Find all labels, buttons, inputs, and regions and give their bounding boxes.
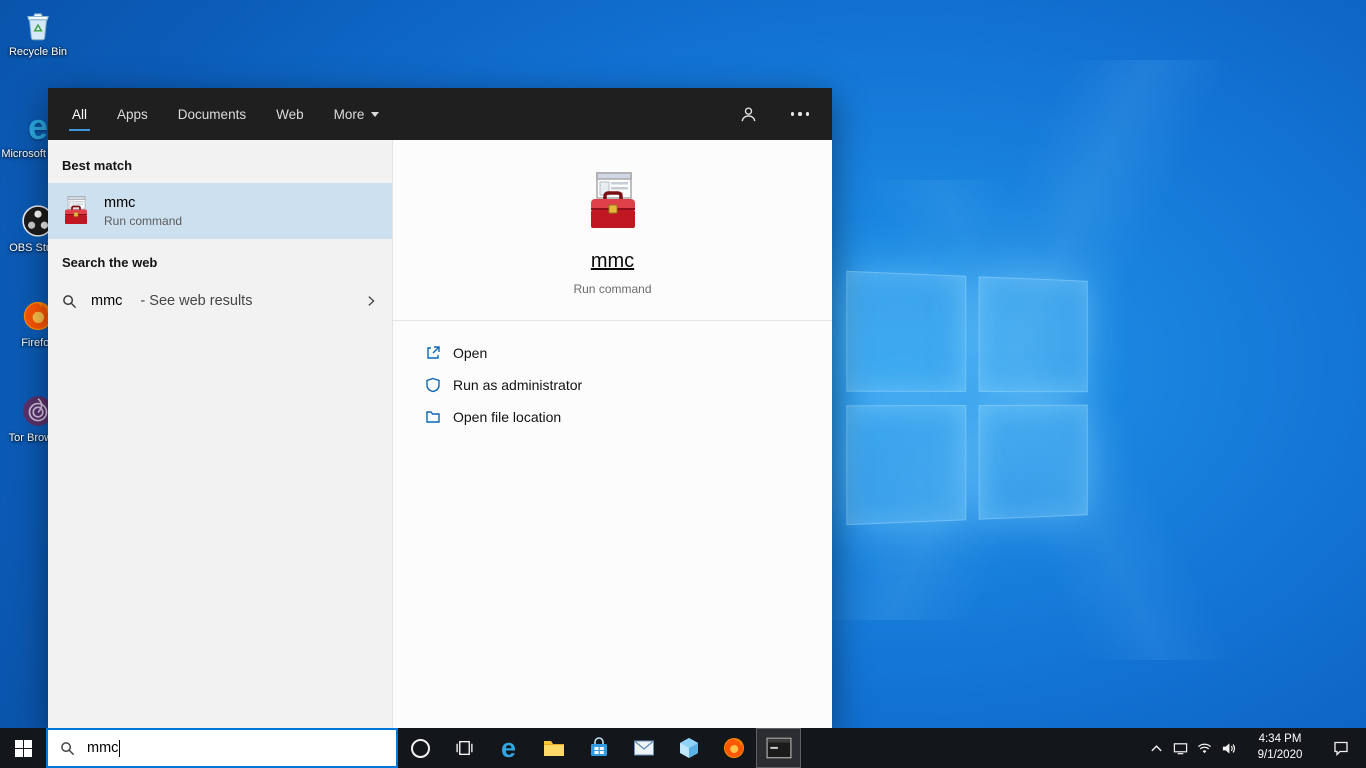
web-search-suffix: - See web results <box>140 293 253 309</box>
system-tray: 4:34 PM 9/1/2020 <box>1144 728 1366 768</box>
action-center-icon <box>1333 740 1349 756</box>
action-center-button[interactable] <box>1320 728 1362 768</box>
more-options-button[interactable] <box>788 102 812 126</box>
task-view-icon <box>455 740 474 756</box>
chevron-right-icon[interactable] <box>364 294 378 308</box>
action-label: Open file location <box>453 409 562 425</box>
recycle-bin-icon <box>21 8 55 42</box>
search-header-buttons <box>736 88 812 140</box>
search-results-body: Best match mmc Run command Search the we… <box>48 140 832 728</box>
web-search-query: mmc <box>91 293 123 309</box>
user-icon <box>739 105 758 124</box>
cortana-button[interactable] <box>398 728 442 768</box>
best-match-header: Best match <box>62 158 133 173</box>
search-results-column: Best match mmc Run command Search the we… <box>48 140 392 728</box>
taskbar-app-store[interactable] <box>576 728 621 768</box>
task-view-button[interactable] <box>442 728 486 768</box>
monitor-icon <box>1173 741 1188 756</box>
tray-network-button[interactable] <box>1192 728 1216 768</box>
best-match-text: mmc Run command <box>104 195 182 228</box>
ellipsis-icon <box>790 112 810 116</box>
sign-in-button[interactable] <box>736 102 760 126</box>
tab-documents[interactable]: Documents <box>178 88 246 140</box>
firefox-icon <box>722 736 746 760</box>
volume-icon <box>1221 741 1236 756</box>
preview-actions: Open Run as administrator Open file loca… <box>393 321 832 449</box>
web-search-result[interactable]: mmc - See web results <box>48 280 392 322</box>
taskbar-app-edge[interactable]: e <box>486 728 531 768</box>
windows-logo-pane <box>846 270 966 392</box>
cube-icon <box>677 736 701 760</box>
cortana-icon <box>410 738 430 758</box>
tray-volume-button[interactable] <box>1216 728 1240 768</box>
windows-logo-pane <box>846 404 966 526</box>
store-icon <box>587 736 611 760</box>
edge-icon: e <box>500 732 517 763</box>
taskbar-app-file-explorer[interactable] <box>531 728 576 768</box>
taskbar-app-3d-viewer[interactable] <box>666 728 711 768</box>
mmc-toolbox-icon <box>581 170 645 234</box>
desktop-icon-recycle-bin[interactable]: Recycle Bin <box>0 8 76 60</box>
windows-logo-pane <box>978 276 1088 392</box>
best-match-result-mmc[interactable]: mmc Run command <box>48 183 392 239</box>
taskbar: mmc e 4:34 PM 9/1/2020 <box>0 728 1366 768</box>
clock-time: 4:34 PM <box>1258 733 1302 746</box>
dark-window-icon <box>766 737 792 759</box>
taskbar-search-input[interactable]: mmc <box>46 728 398 768</box>
mmc-toolbox-icon <box>60 195 92 227</box>
search-tabs-header: All Apps Documents Web More <box>48 88 832 140</box>
shield-icon <box>425 377 441 393</box>
taskbar-app-active-window[interactable] <box>756 728 801 768</box>
tab-apps[interactable]: Apps <box>117 88 148 140</box>
preview-subtitle: Run command <box>573 282 652 296</box>
tray-display-button[interactable] <box>1168 728 1192 768</box>
search-icon <box>62 294 77 309</box>
windows-logo <box>846 270 1088 526</box>
folder-icon <box>425 409 441 425</box>
preview-header: mmc Run command <box>393 140 832 321</box>
taskbar-app-mail[interactable] <box>621 728 666 768</box>
chevron-up-icon <box>1149 741 1164 756</box>
taskbar-clock[interactable]: 4:34 PM 9/1/2020 <box>1240 732 1320 763</box>
best-match-subtitle: Run command <box>104 213 183 228</box>
action-label: Open <box>453 345 488 361</box>
chevron-down-icon <box>371 111 380 117</box>
desktop-icon-label: Recycle Bin <box>8 46 68 58</box>
start-button[interactable] <box>0 728 46 768</box>
open-icon <box>425 345 441 361</box>
file-explorer-icon <box>542 736 566 760</box>
action-open[interactable]: Open <box>393 337 832 369</box>
text-caret <box>119 739 121 757</box>
mail-icon <box>632 736 656 760</box>
tray-show-hidden-icons-button[interactable] <box>1144 728 1168 768</box>
windows-logo-pane <box>978 404 1088 520</box>
taskbar-app-firefox[interactable] <box>711 728 756 768</box>
action-open-file-location[interactable]: Open file location <box>393 401 832 433</box>
tab-more[interactable]: More <box>334 88 380 140</box>
windows-start-icon <box>15 740 32 757</box>
search-tabs: All Apps Documents Web More <box>68 88 380 140</box>
search-flyout: All Apps Documents Web More Best match m… <box>48 88 832 728</box>
network-icon <box>1197 741 1212 756</box>
tab-all[interactable]: All <box>68 88 91 140</box>
search-icon <box>60 741 75 756</box>
clock-date: 9/1/2020 <box>1257 749 1303 761</box>
action-run-as-administrator[interactable]: Run as administrator <box>393 369 832 401</box>
preview-title-link[interactable]: mmc <box>591 250 634 273</box>
action-label: Run as administrator <box>453 377 583 393</box>
search-input-value: mmc <box>87 739 121 757</box>
result-preview-column: mmc Run command Open Run as administrato… <box>392 140 832 728</box>
best-match-title: mmc <box>104 194 136 211</box>
search-the-web-header: Search the web <box>62 255 158 270</box>
tab-web[interactable]: Web <box>276 88 304 140</box>
